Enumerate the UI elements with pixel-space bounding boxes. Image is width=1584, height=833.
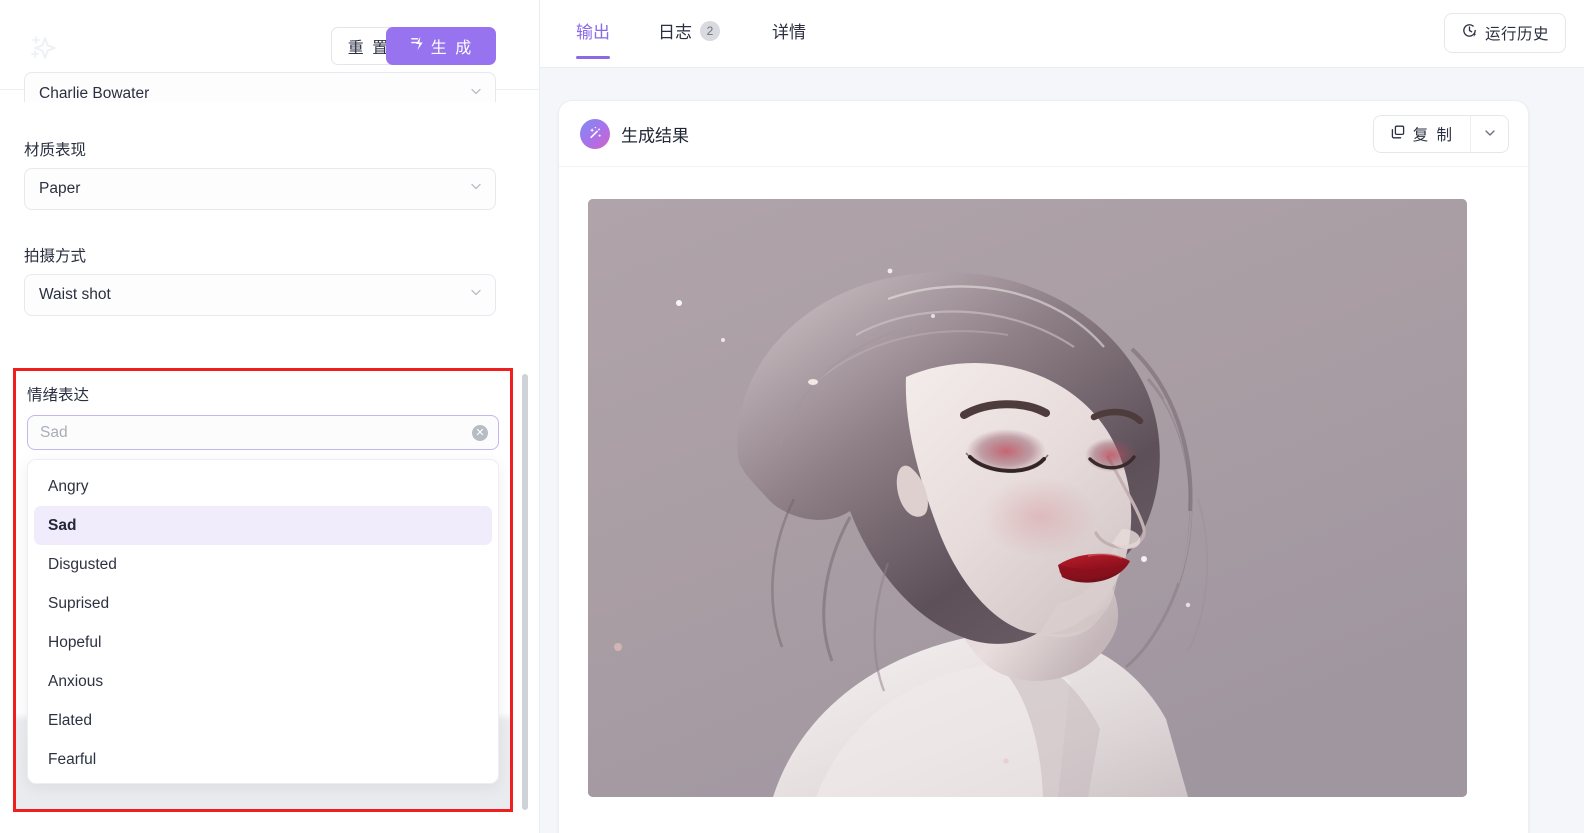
- result-card-header: 生成结果 复 制: [559, 101, 1528, 167]
- tab-output[interactable]: 输出: [576, 18, 610, 59]
- copy-button[interactable]: 复 制: [1374, 116, 1470, 152]
- dropdown-option-elated[interactable]: Elated: [34, 701, 492, 740]
- field-shot-type: 拍摄方式 Waist shot: [0, 244, 540, 316]
- emotion-highlight-box: 情绪表达 ✕ Angry Sad Disgusted Suprised Hope…: [13, 368, 513, 812]
- generated-portrait-image: [588, 199, 1467, 797]
- output-tabbar: 输出 日志 2 详情 运行历史: [540, 0, 1584, 68]
- field-artist: Charlie Bowater: [0, 72, 540, 102]
- dropdown-option-suprised[interactable]: Suprised: [34, 584, 492, 623]
- copy-dropdown-toggle[interactable]: [1470, 116, 1508, 152]
- left-config-panel: 重 置 生 成 Charlie Bowater 材质表现 Paper 拍摄方式 …: [0, 0, 540, 833]
- chevron-down-icon: [469, 84, 483, 102]
- sparkle-icon: [20, 26, 64, 70]
- tab-detail[interactable]: 详情: [772, 18, 806, 59]
- tab-output-label: 输出: [576, 23, 610, 42]
- material-select-value: Paper: [39, 180, 81, 197]
- history-clock-icon: [1461, 22, 1478, 44]
- field-material-label: 材质表现: [24, 142, 87, 159]
- dropdown-option-fearful[interactable]: Fearful: [34, 740, 492, 779]
- run-history-label: 运行历史: [1484, 26, 1549, 43]
- generation-result-card: 生成结果 复 制: [558, 100, 1529, 833]
- lightning-bolt-icon: [409, 35, 426, 57]
- tab-active-underline: [576, 56, 610, 59]
- left-panel-scrollbar[interactable]: [522, 374, 528, 810]
- app-root: 重 置 生 成 Charlie Bowater 材质表现 Paper 拍摄方式 …: [0, 0, 1584, 833]
- generate-button[interactable]: 生 成: [386, 27, 496, 65]
- copy-button-group: 复 制: [1372, 115, 1509, 153]
- reset-button-label: 重 置: [347, 40, 391, 57]
- emotion-input[interactable]: [40, 416, 464, 449]
- field-shot-type-label: 拍摄方式: [24, 248, 87, 265]
- artist-select[interactable]: Charlie Bowater: [24, 72, 496, 102]
- dropdown-option-angry[interactable]: Angry: [34, 467, 492, 506]
- emotion-input-wrapper[interactable]: ✕: [27, 415, 499, 450]
- copy-button-label: 复 制: [1412, 127, 1454, 144]
- right-output-panel: 输出 日志 2 详情 运行历史 生成结果 复 制: [540, 0, 1584, 833]
- chevron-down-icon: [469, 180, 483, 199]
- shot-type-select-value: Waist shot: [39, 286, 111, 303]
- artist-select-value: Charlie Bowater: [39, 84, 150, 102]
- tab-detail-label: 详情: [772, 23, 806, 42]
- tab-logs-label: 日志: [658, 23, 692, 42]
- dropdown-option-disgusted[interactable]: Disgusted: [34, 545, 492, 584]
- magic-wand-icon: [580, 119, 610, 149]
- run-history-button[interactable]: 运行历史: [1443, 13, 1566, 53]
- dropdown-option-sad[interactable]: Sad: [34, 506, 492, 545]
- clear-circle-icon[interactable]: ✕: [472, 424, 488, 441]
- generate-button-label: 生 成: [430, 40, 474, 57]
- config-form: Charlie Bowater 材质表现 Paper 拍摄方式 Waist sh…: [0, 72, 540, 316]
- generated-image-frame[interactable]: [588, 199, 1467, 797]
- tab-logs-badge: 2: [700, 20, 720, 41]
- emotion-field-group: 情绪表达 ✕ Angry Sad Disgusted Suprised Hope…: [16, 371, 510, 809]
- chevron-down-icon: [469, 286, 483, 305]
- tab-logs[interactable]: 日志 2: [658, 18, 720, 59]
- field-material: 材质表现 Paper: [0, 138, 540, 210]
- shot-type-select[interactable]: Waist shot: [24, 274, 496, 316]
- result-card-title: 生成结果: [621, 126, 689, 145]
- emotion-dropdown-list: Angry Sad Disgusted Suprised Hopeful Anx…: [27, 459, 499, 784]
- material-select[interactable]: Paper: [24, 168, 496, 210]
- chevron-down-icon: [1483, 126, 1497, 143]
- copy-icon: [1390, 124, 1406, 145]
- emotion-field-label: 情绪表达: [27, 387, 90, 404]
- dropdown-option-anxious[interactable]: Anxious: [34, 662, 492, 701]
- dropdown-option-hopeful[interactable]: Hopeful: [34, 623, 492, 662]
